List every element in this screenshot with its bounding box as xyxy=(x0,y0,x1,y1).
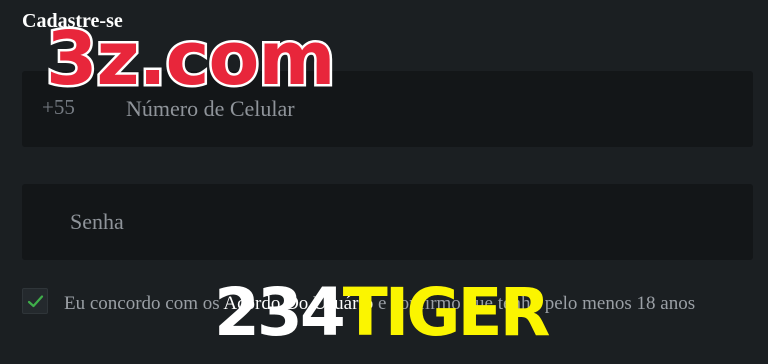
password-field xyxy=(22,184,753,260)
terms-checkbox[interactable] xyxy=(22,288,48,314)
password-input[interactable] xyxy=(70,184,710,260)
terms-text-before: Eu concordo com os xyxy=(64,293,224,314)
watermark-word: TIGER xyxy=(342,274,551,351)
checkmark-icon xyxy=(27,295,44,308)
watermark-234tiger: 234TIGER xyxy=(214,268,551,358)
watermark-number: 234 xyxy=(214,274,346,351)
watermark-3z: 3z.com xyxy=(43,14,337,105)
